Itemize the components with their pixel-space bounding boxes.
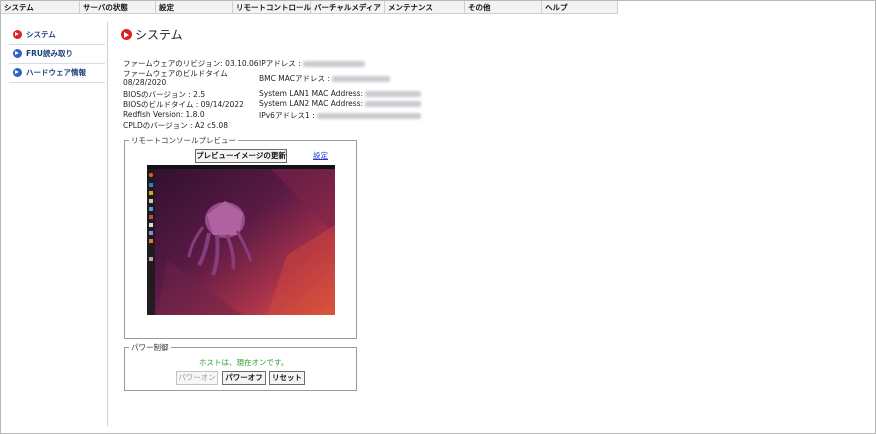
refresh-preview-button[interactable]: プレビューイメージの更新 [195, 149, 287, 163]
menu-help[interactable]: ヘルプ [542, 1, 618, 14]
menu-settings[interactable]: 設定 [156, 1, 233, 14]
redacted-value [365, 101, 422, 107]
menu-maintenance[interactable]: メンテナンス [385, 1, 465, 14]
sidebar-divider [107, 22, 108, 426]
sidebar-item-label: ハードウェア情報 [26, 68, 86, 77]
menu-remote-control[interactable]: リモートコントロール [233, 1, 311, 14]
page-title: システム [135, 28, 183, 42]
lan1-mac-label: System LAN1 MAC Address: [259, 89, 364, 98]
sidebar-item-hardware-info[interactable]: ハードウェア情報 [9, 64, 105, 83]
menu-system[interactable]: システム [1, 1, 80, 14]
lan1-mac-row: System LAN1 MAC Address: [259, 89, 422, 98]
power-control-legend: パワー制御 [129, 342, 171, 353]
ipv6-row: IPv6アドレス1 : [259, 110, 421, 121]
ipv6-label: IPv6アドレス1 : [259, 111, 315, 120]
bios-build-time: BIOSのビルドタイム : 09/14/2022 [123, 100, 244, 109]
redacted-value [316, 113, 421, 119]
sidebar: システム FRU読み取り ハードウェア情報 [9, 26, 105, 83]
redacted-value [302, 61, 365, 67]
sidebar-item-label: FRU読み取り [26, 49, 73, 58]
remote-console-legend: リモートコンソールプレビュー [129, 135, 238, 146]
sidebar-item-fru[interactable]: FRU読み取り [9, 45, 105, 64]
lan2-mac-label: System LAN2 MAC Address: [259, 99, 364, 108]
redacted-value [331, 76, 390, 82]
blue-arrow-circle-icon [13, 49, 22, 58]
power-off-button[interactable]: パワーオフ [222, 371, 266, 385]
ip-address-label: IPアドレス : [259, 59, 301, 68]
sidebar-item-system[interactable]: システム [9, 26, 105, 45]
red-arrow-circle-icon [13, 30, 22, 39]
console-settings-link[interactable]: 設定 [313, 150, 328, 161]
console-preview-image[interactable] [147, 165, 335, 315]
top-menu-bar: システム サーバの状態 設定 リモートコントロール バーチャルメディア メンテナ… [1, 1, 618, 14]
menu-server-status[interactable]: サーバの状態 [80, 1, 156, 14]
reset-button[interactable]: リセット [269, 371, 305, 385]
menu-other[interactable]: その他 [465, 1, 542, 14]
blue-arrow-circle-icon [13, 68, 22, 77]
power-status-text: ホストは、現在オンです。 [199, 358, 289, 367]
fw-build-time-value: 08/28/2020 [123, 78, 167, 87]
cpld-version: CPLDのバージョン : A2 c5.08 [123, 121, 228, 130]
redacted-value [365, 91, 422, 97]
red-arrow-circle-icon [121, 29, 132, 40]
sidebar-item-label: システム [26, 30, 56, 39]
menu-virtual-media[interactable]: バーチャルメディア [311, 1, 385, 14]
power-on-button[interactable]: パワーオン [176, 371, 218, 385]
bmc-mac-row: BMC MACアドレス : [259, 73, 390, 84]
bmc-mac-label: BMC MACアドレス : [259, 74, 330, 83]
ip-address-row: IPアドレス : [259, 58, 365, 69]
lan2-mac-row: System LAN2 MAC Address: [259, 99, 422, 108]
redfish-version: Redfish Version: 1.8.0 [123, 110, 205, 119]
